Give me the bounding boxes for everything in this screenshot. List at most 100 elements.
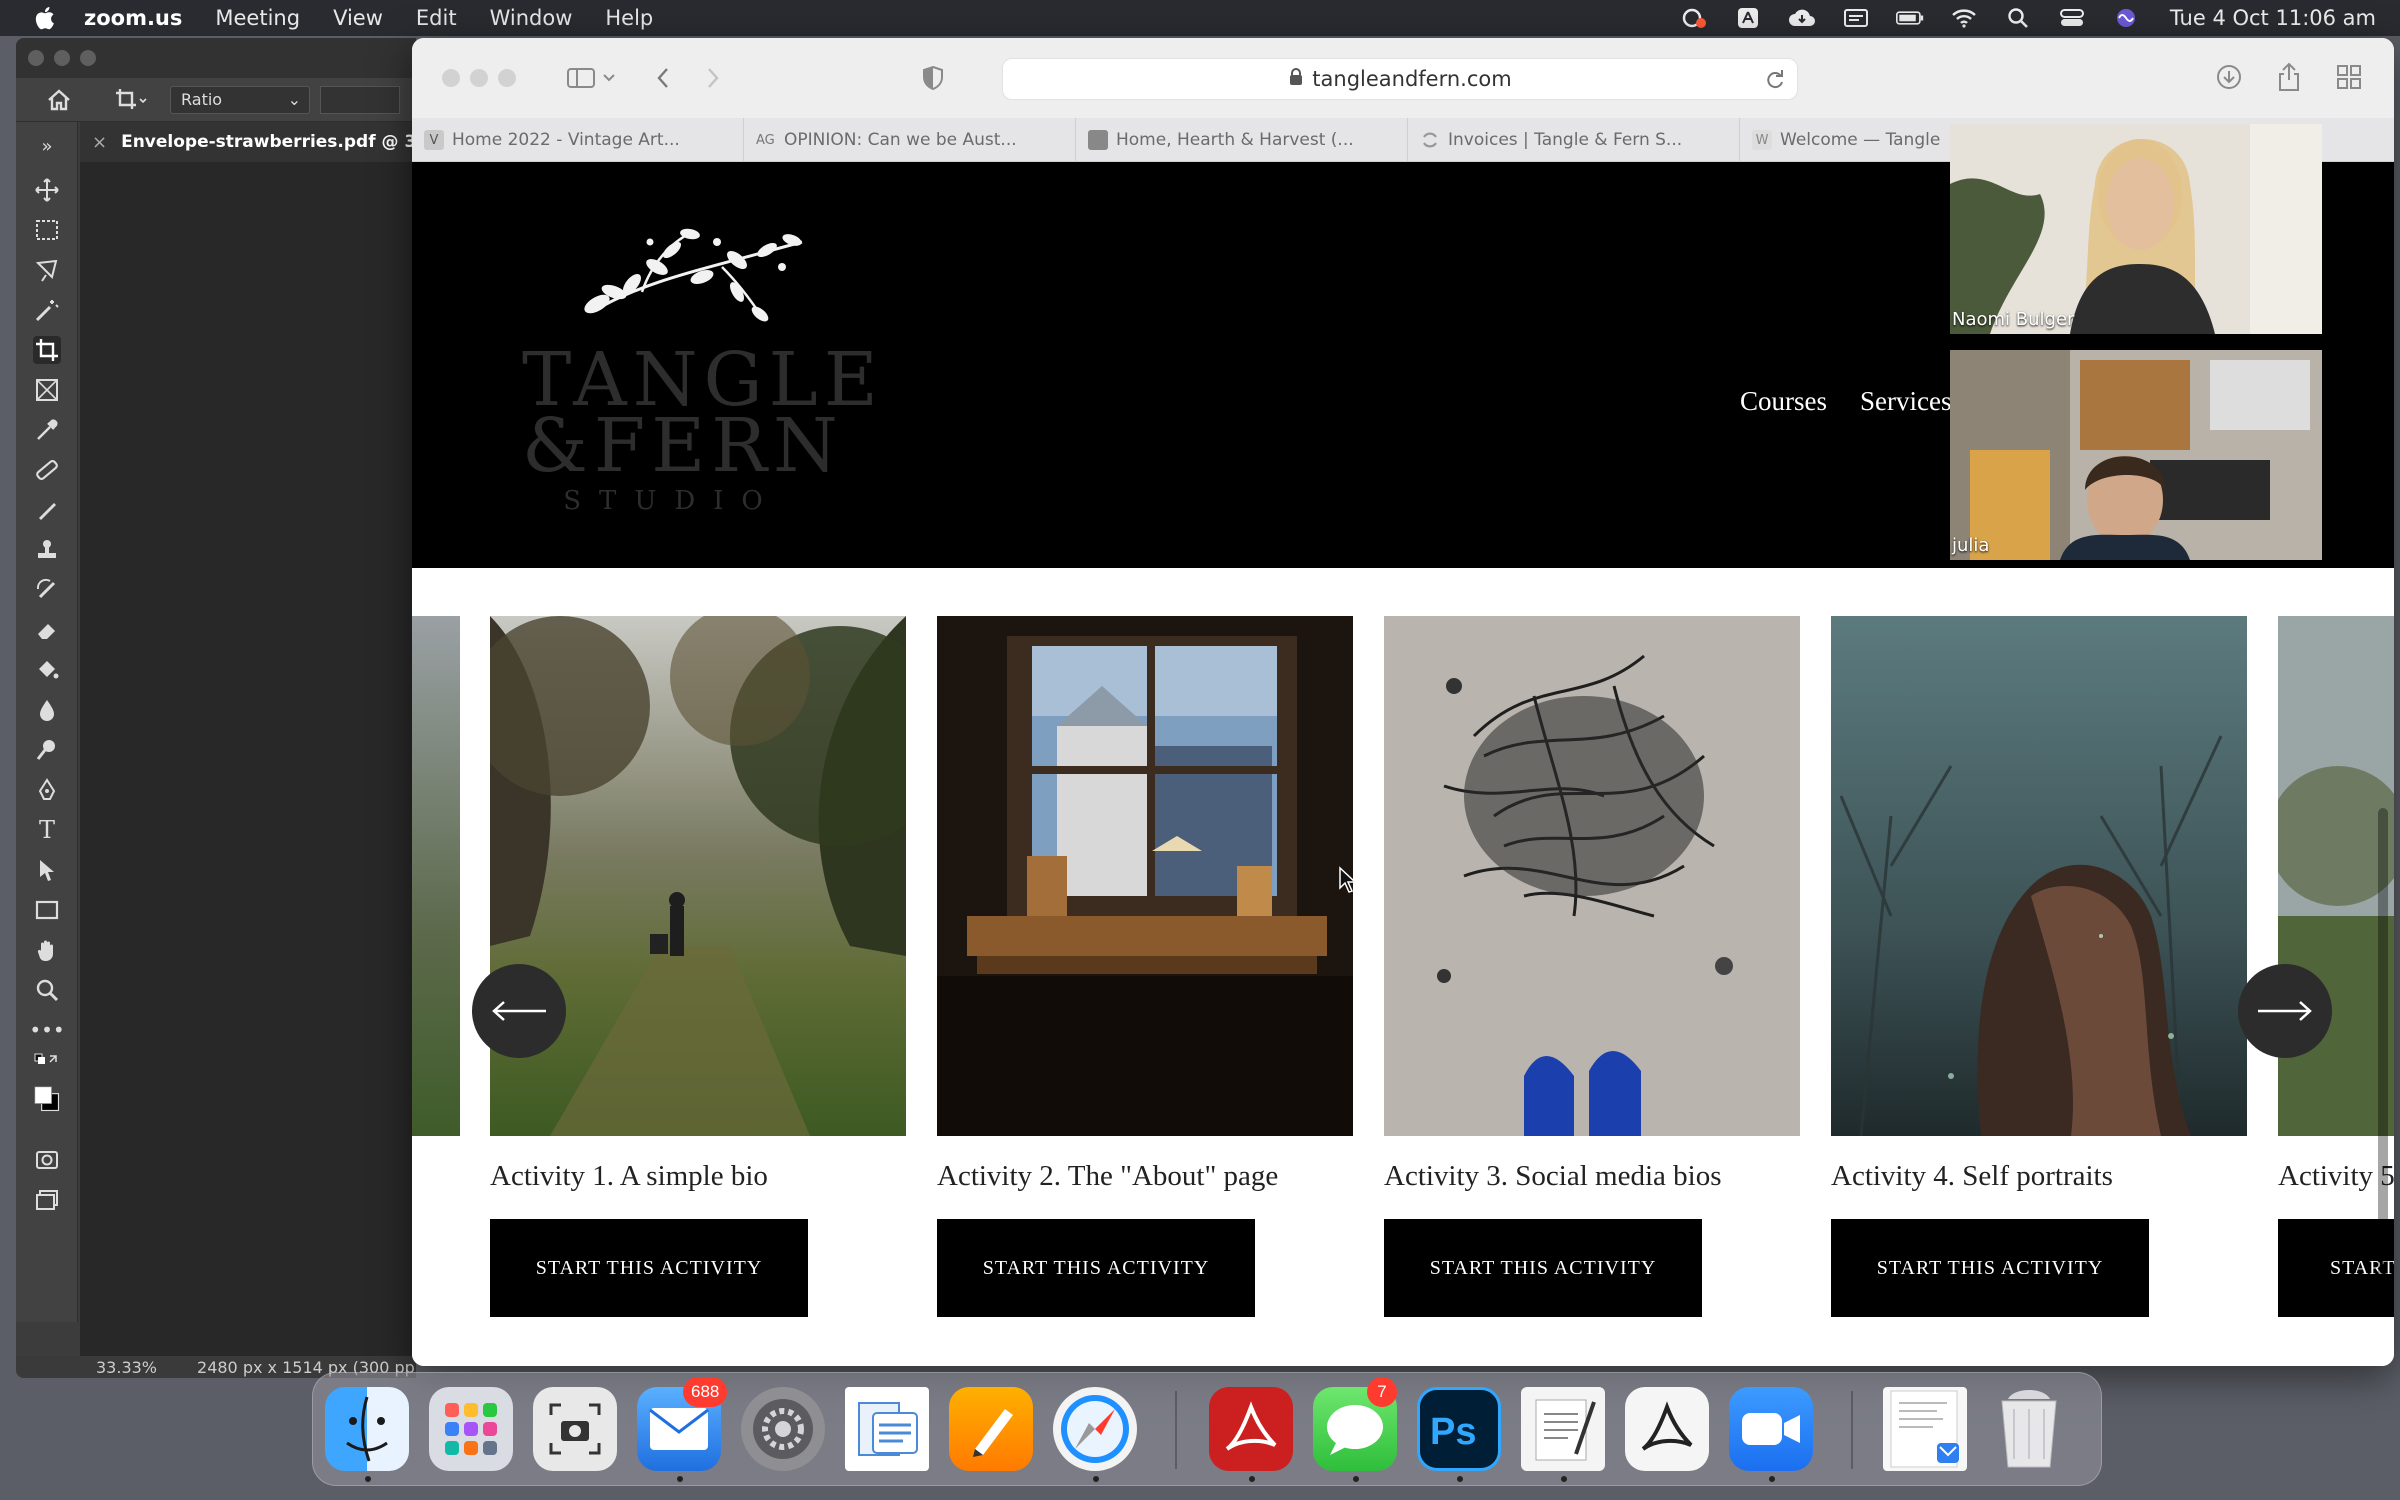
blur-tool-icon[interactable]	[33, 696, 61, 724]
display-icon[interactable]	[1842, 7, 1870, 29]
zoom-video-tile[interactable]: Naomi Bulger	[1950, 124, 2322, 334]
menu-help[interactable]: Help	[605, 6, 653, 30]
photoshop-icon[interactable]: Ps	[1417, 1387, 1501, 1471]
sidebar-icon[interactable]	[566, 63, 596, 93]
site-logo[interactable]: TANGLE &FERN STUDIO	[522, 222, 878, 516]
history-brush-icon[interactable]	[33, 576, 61, 604]
creative-cloud-icon[interactable]	[1680, 7, 1708, 29]
apple-menu-icon[interactable]	[32, 5, 56, 31]
home-icon[interactable]	[44, 85, 74, 115]
activity-title[interactable]: Activity 5	[2278, 1160, 2394, 1193]
crop-width-field[interactable]	[320, 85, 400, 114]
move-tool-icon[interactable]	[33, 176, 61, 204]
window-minimize-dot[interactable]	[54, 50, 70, 66]
zoom-tool-icon[interactable]	[33, 976, 61, 1004]
preview-document-icon[interactable]	[845, 1387, 929, 1471]
photoshop-canvas[interactable]	[80, 162, 416, 1356]
hand-tool-icon[interactable]	[33, 936, 61, 964]
magic-wand-icon[interactable]	[33, 296, 61, 324]
start-activity-button[interactable]: START THIS ACTIVITY	[937, 1219, 1255, 1317]
clone-stamp-icon[interactable]	[33, 536, 61, 564]
reload-icon[interactable]	[1765, 68, 1785, 95]
page-scrollbar[interactable]	[2378, 808, 2388, 1288]
acrobat-icon[interactable]	[1209, 1387, 1293, 1471]
cloud-download-icon[interactable]	[1788, 7, 1816, 29]
menubar-clock[interactable]: Tue 4 Oct 11:06 am	[2170, 6, 2376, 30]
crop-tool-icon[interactable]	[33, 336, 61, 364]
eraser-tool-icon[interactable]	[33, 616, 61, 644]
more-tools-icon[interactable]: •••	[29, 1016, 64, 1044]
lasso-tool-icon[interactable]	[33, 256, 61, 284]
frame-tool-icon[interactable]	[33, 376, 61, 404]
brush-tool-icon[interactable]	[33, 496, 61, 524]
textedit-icon[interactable]	[1521, 1387, 1605, 1471]
close-icon[interactable]: ×	[92, 132, 107, 153]
forward-icon[interactable]	[698, 63, 728, 93]
nav-courses[interactable]: Courses	[1740, 386, 1827, 417]
nav-services[interactable]: Services	[1860, 386, 1951, 417]
expand-toolbar-icon[interactable]: »	[33, 132, 61, 160]
recent-document-icon[interactable]	[1883, 1387, 1967, 1471]
window-minimize-button[interactable]	[470, 69, 488, 87]
wifi-icon[interactable]	[1950, 7, 1978, 29]
start-activity-button[interactable]: START	[2278, 1219, 2394, 1317]
back-icon[interactable]	[648, 63, 678, 93]
menu-app-name[interactable]: zoom.us	[84, 6, 182, 30]
browser-tab[interactable]: V Home 2022 - Vintage Art...	[412, 118, 744, 162]
zoom-video-tile[interactable]: julia	[1950, 350, 2322, 560]
downloads-icon[interactable]	[2214, 62, 2244, 92]
acrobat-reader-icon[interactable]	[1625, 1387, 1709, 1471]
activity-title[interactable]: Activity 4. Self portraits	[1831, 1160, 2247, 1193]
menu-window[interactable]: Window	[490, 6, 573, 30]
launchpad-icon[interactable]	[429, 1387, 513, 1471]
activity-title[interactable]: Activity 1. A simple bio	[490, 1160, 906, 1193]
activity-image-portrait[interactable]	[1831, 616, 2247, 1136]
quick-mask-icon[interactable]	[33, 1146, 61, 1174]
activity-title[interactable]: Activity 2. The "About" page	[937, 1160, 1353, 1193]
screenshot-icon[interactable]	[533, 1387, 617, 1471]
spotlight-search-icon[interactable]	[2004, 7, 2032, 29]
tab-overview-icon[interactable]	[2334, 62, 2364, 92]
menu-meeting[interactable]: Meeting	[215, 6, 300, 30]
pages-icon[interactable]	[949, 1387, 1033, 1471]
paint-bucket-icon[interactable]	[33, 656, 61, 684]
screen-mode-icon[interactable]	[33, 1186, 61, 1214]
activity-image-seaweed[interactable]	[1384, 616, 1800, 1136]
battery-icon[interactable]	[1895, 7, 1924, 29]
control-center-icon[interactable]	[2058, 7, 2086, 29]
foreground-color-swatch[interactable]	[30, 1082, 64, 1116]
start-activity-button[interactable]: START THIS ACTIVITY	[1384, 1219, 1702, 1317]
chevron-down-icon[interactable]	[600, 63, 618, 93]
window-close-button[interactable]	[442, 69, 460, 87]
path-selection-icon[interactable]	[33, 856, 61, 884]
marquee-tool-icon[interactable]	[33, 216, 61, 244]
crop-ratio-select[interactable]: Ratio ⌄	[170, 85, 310, 114]
activity-image-window[interactable]	[937, 616, 1353, 1136]
window-close-dot[interactable]	[28, 50, 44, 66]
carousel-next-button[interactable]	[2238, 964, 2332, 1058]
window-zoom-button[interactable]	[498, 69, 516, 87]
browser-tab[interactable]: Invoices | Tangle & Fern S...	[1408, 118, 1740, 162]
safari-icon[interactable]	[1053, 1387, 1137, 1471]
activity-image-landscape[interactable]	[2278, 616, 2394, 1136]
system-preferences-icon[interactable]	[741, 1387, 825, 1471]
address-bar[interactable]: tangleandfern.com	[1002, 58, 1798, 100]
zoom-app-icon[interactable]	[1729, 1387, 1813, 1471]
swap-colors-icon[interactable]	[33, 1052, 61, 1072]
window-zoom-dot[interactable]	[80, 50, 96, 66]
menu-edit[interactable]: Edit	[416, 6, 457, 30]
finder-icon[interactable]	[325, 1387, 409, 1471]
siri-icon[interactable]	[2112, 7, 2140, 29]
type-tool-icon[interactable]: T	[33, 816, 61, 844]
rectangle-tool-icon[interactable]	[33, 896, 61, 924]
start-activity-button[interactable]: START THIS ACTIVITY	[490, 1219, 808, 1317]
crop-tool-preset-icon[interactable]	[114, 87, 148, 113]
start-activity-button[interactable]: START THIS ACTIVITY	[1831, 1219, 2149, 1317]
activity-title[interactable]: Activity 3. Social media bios	[1384, 1160, 1800, 1193]
eyedropper-icon[interactable]	[33, 416, 61, 444]
browser-tab[interactable]: Home, Hearth & Harvest (...	[1076, 118, 1408, 162]
share-icon[interactable]	[2274, 62, 2304, 92]
browser-tab[interactable]: AG OPINION: Can we be Aust...	[744, 118, 1076, 162]
trash-icon[interactable]	[1987, 1387, 2071, 1471]
pen-tool-icon[interactable]	[33, 776, 61, 804]
